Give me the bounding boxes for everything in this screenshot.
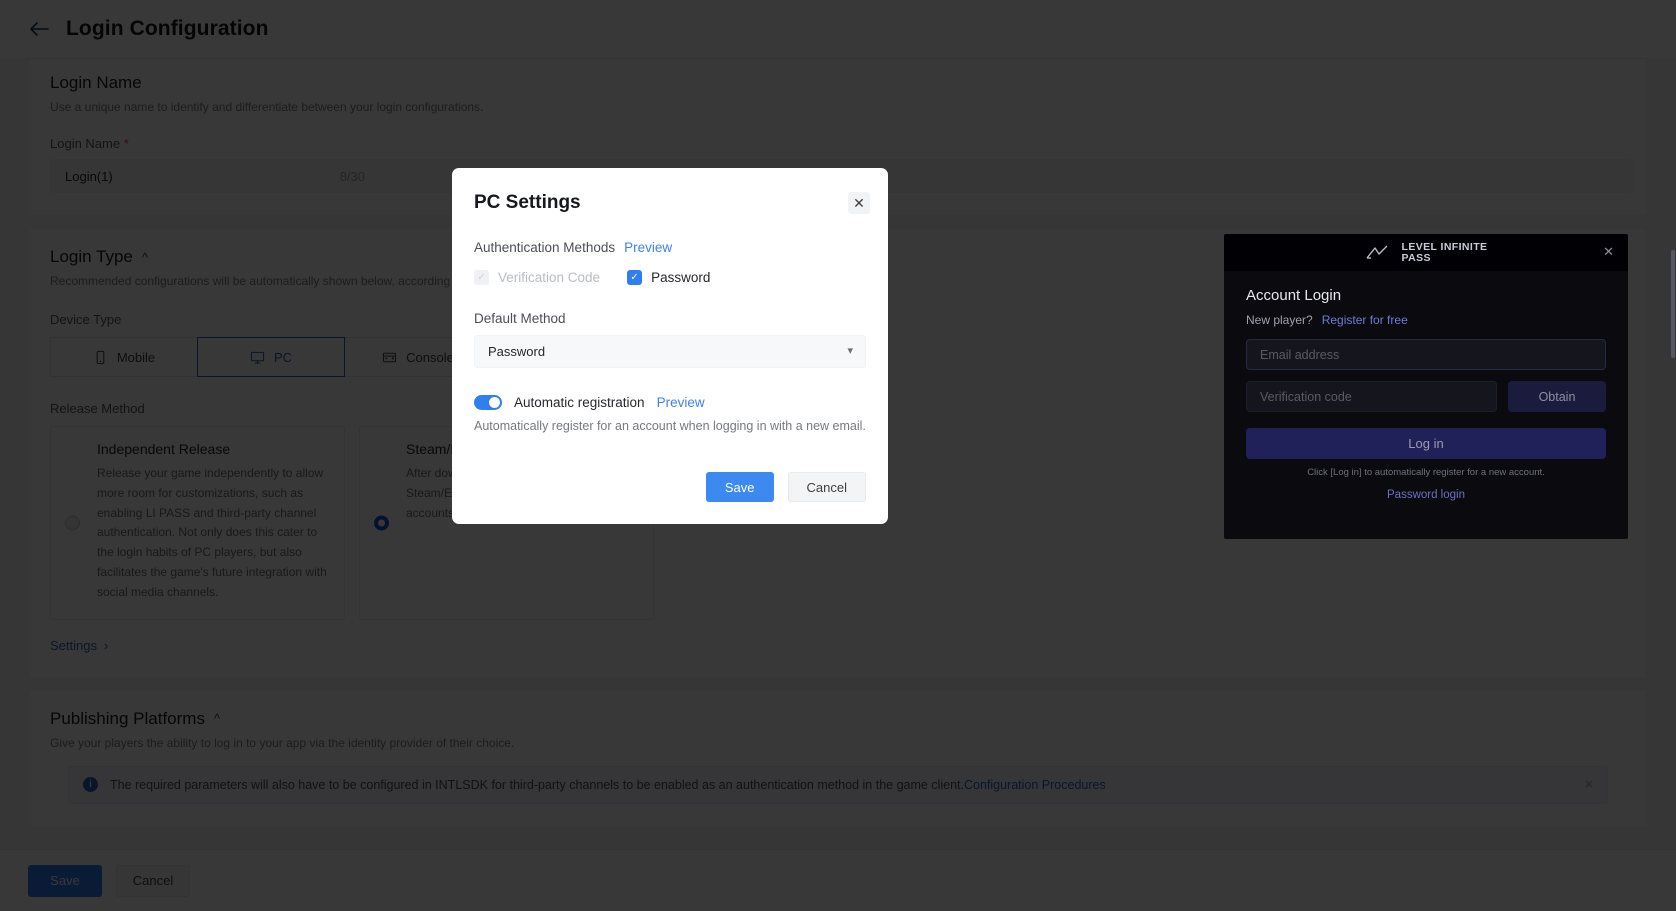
checkbox-verification-code-label: Verification Code (498, 270, 601, 285)
login-preview-panel: LEVEL INFINITE PASS ✕ Account Login New … (1224, 234, 1628, 539)
preview-body: Account Login New player? Register for fr… (1224, 271, 1628, 501)
auto-registration-description: Automatically register for an account wh… (474, 419, 866, 433)
modal-cancel-button[interactable]: Cancel (787, 472, 866, 502)
pc-settings-modal: PC Settings ✕ Authentication Methods Pre… (452, 168, 888, 524)
auto-registration-label: Automatic registration (514, 395, 645, 410)
preview-email-input[interactable]: Email address (1246, 339, 1606, 370)
obtain-button[interactable]: Obtain (1508, 381, 1606, 412)
modal-save-button[interactable]: Save (705, 472, 774, 502)
preview-new-player-text: New player? (1246, 313, 1313, 327)
preview-logo-text: LEVEL INFINITE PASS (1402, 242, 1488, 263)
checkbox-verification-code-box[interactable]: ✓ (474, 270, 489, 285)
preview-verification-code-input[interactable]: Verification code (1246, 381, 1497, 412)
checkbox-verification-code[interactable]: ✓ Verification Code (474, 270, 600, 285)
preview-logo: LEVEL INFINITE PASS (1365, 242, 1488, 263)
register-for-free-link[interactable]: Register for free (1322, 313, 1408, 327)
auth-methods-preview-link[interactable]: Preview (624, 240, 672, 255)
default-method-select[interactable]: Password ▾ (474, 335, 866, 368)
password-login-link[interactable]: Password login (1246, 489, 1606, 501)
scrollbar-thumb[interactable] (1671, 250, 1675, 358)
preview-logo-line2: PASS (1401, 251, 1431, 264)
preview-header: LEVEL INFINITE PASS ✕ (1224, 234, 1628, 271)
default-method-value: Password (488, 344, 546, 359)
auth-methods-label: Authentication Methods (474, 240, 616, 255)
checkbox-password-box[interactable]: ✓ (627, 270, 643, 285)
preview-title: Account Login (1246, 287, 1342, 304)
default-method-label: Default Method (474, 311, 566, 326)
auth-methods-row: Authentication Methods Preview (474, 240, 866, 255)
close-icon[interactable]: ✕ (1603, 245, 1614, 258)
preview-code-row: Verification code Obtain (1246, 381, 1606, 412)
auto-registration-row: Automatic registration Preview (474, 395, 866, 410)
auto-registration-preview-link[interactable]: Preview (657, 395, 705, 410)
modal-title: PC Settings (474, 192, 581, 213)
toggle-knob (489, 397, 500, 408)
level-infinite-logo-icon (1365, 245, 1395, 261)
preview-login-button[interactable]: Log in (1246, 428, 1606, 459)
close-icon[interactable]: ✕ (848, 192, 870, 214)
chevron-down-icon: ▾ (847, 345, 853, 357)
checkbox-password-label: Password (651, 270, 711, 285)
checkbox-password[interactable]: ✓ Password (627, 270, 710, 285)
preview-logo-line1: LEVEL INFINITE (1401, 240, 1488, 253)
auth-methods-checkboxes: ✓ Verification Code ✓ Password (474, 270, 866, 285)
auto-registration-toggle[interactable] (474, 395, 502, 410)
preview-new-player-row: New player? Register for free (1246, 313, 1606, 327)
preview-auto-register-note: Click [Log in] to automatically register… (1307, 467, 1545, 478)
modal-actions: Save Cancel (705, 472, 866, 502)
page-scrollbar[interactable] (1670, 234, 1676, 539)
